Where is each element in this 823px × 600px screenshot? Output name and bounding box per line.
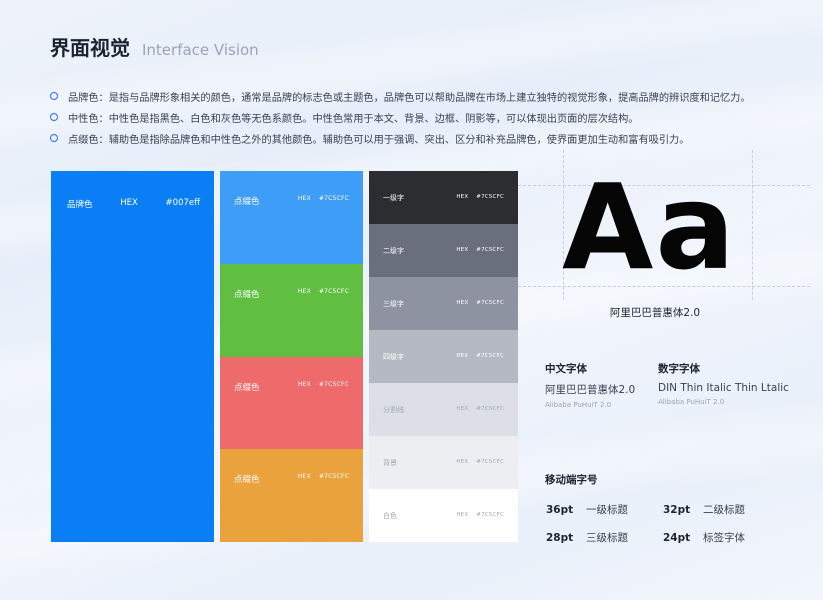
neutral-color-swatch: 三级字 HEX #7C5CFC <box>369 277 518 330</box>
size-label: 一级标题 <box>586 504 628 516</box>
numeric-font-name: DIN Thin Italic Thin Ltalic <box>658 382 789 394</box>
size-pt: 32pt <box>663 504 691 516</box>
swatch-hex-value: #7C5CFC <box>318 195 349 202</box>
accent-color-swatch: 点缀色 HEX #7C5CFC <box>220 356 363 450</box>
swatch-hex-label: HEX <box>456 194 469 200</box>
swatch-hex-label: HEX <box>297 473 311 481</box>
page-subtitle: Interface Vision <box>142 41 259 59</box>
brand-color-swatch: 品牌色 HEX #007eff <box>51 171 214 542</box>
font-size-item: 28pt 三级标题 <box>546 530 628 545</box>
bullet-text: 点缀色：辅助色是指除品牌色和中性色之外的其他颜色。辅助色可以用于强调、突出、区分… <box>68 134 690 146</box>
numeric-font-heading: 数字字体 <box>658 363 700 375</box>
list-item: 中性色：中性色是指黑色、白色和灰色等无色系颜色。中性色常用于本文、背景、边框、阴… <box>50 107 751 127</box>
font-size-item: 32pt 二级标题 <box>663 502 745 517</box>
neutral-color-swatch: 一级字 HEX #7C5CFC <box>369 171 518 224</box>
swatch-hex-label: HEX <box>456 300 469 306</box>
size-pt: 24pt <box>663 532 691 544</box>
size-pt: 36pt <box>546 504 574 516</box>
neutral-color-column: 一级字 HEX #7C5CFC 二级字 HEX #7C5CFC 三级字 HEX #7C… <box>369 171 518 542</box>
description-list: 品牌色：是指与品牌形象相关的颜色，通常是品牌的标志色或主题色，品牌色可以帮助品牌… <box>50 86 751 149</box>
size-label: 二级标题 <box>703 504 745 516</box>
swatch-hex: HEX #7C5CFC <box>448 194 504 200</box>
swatch-hex-label: HEX <box>297 195 311 202</box>
swatch-label: 三级字 <box>383 300 404 308</box>
swatch-hex-value: #7C5CFC <box>318 380 349 388</box>
swatch-hex-value: #7C5CFC <box>476 406 504 412</box>
bullet-circle-icon <box>50 134 58 142</box>
neutral-color-swatch: 分割线 HEX #7C5CFC <box>369 383 518 436</box>
size-label: 标签字体 <box>703 532 745 544</box>
numeric-font-block: 数字字体 DIN Thin Italic Thin Ltalic Alibaba… <box>658 361 789 406</box>
neutral-color-swatch: 背景 HEX #7C5CFC <box>369 436 518 489</box>
swatch-hex-label: HEX <box>297 287 311 295</box>
page-header: 界面视觉 Interface Vision <box>50 32 259 61</box>
swatch-hex-value: #7C5CFC <box>318 287 349 295</box>
font-sample: Aa <box>562 158 737 296</box>
swatch-label: 分割线 <box>383 406 404 414</box>
size-label: 三级标题 <box>586 532 628 544</box>
font-size-item: 24pt 标签字体 <box>663 530 745 545</box>
chinese-font-name: 阿里巴巴普惠体2.0 <box>545 384 636 396</box>
font-sample-caption: 阿里巴巴普惠体2.0 <box>609 307 701 319</box>
swatch-hex-label: HEX <box>456 512 469 518</box>
swatch-hex: HEX #7C5CFC <box>290 473 349 480</box>
bullet-text: 中性色：中性色是指黑色、白色和灰色等无色系颜色。中性色常用于本文、背景、边框、阴… <box>68 113 639 125</box>
accent-color-column: 点缀色 HEX #7C5CFC 点缀色 HEX #7C5CFC 点缀色 HEX #7C… <box>220 171 363 542</box>
swatch-hex: HEX #7C5CFC <box>448 353 504 359</box>
list-item: 点缀色：辅助色是指除品牌色和中性色之外的其他颜色。辅助色可以用于强调、突出、区分… <box>50 128 751 148</box>
bullet-text: 品牌色：是指与品牌形象相关的颜色，通常是品牌的标志色或主题色，品牌色可以帮助品牌… <box>68 92 751 104</box>
numeric-font-sub: Alibaba PuHuiT 2.0 <box>658 398 725 406</box>
accent-color-swatch: 点缀色 HEX #7C5CFC <box>220 263 363 357</box>
swatch-hex: HEX #7C5CFC <box>448 300 504 306</box>
bullet-circle-icon <box>50 113 58 121</box>
swatch-hex-value: #7C5CFC <box>318 473 349 481</box>
swatch-hex: HEX #7C5CFC <box>290 195 349 202</box>
accent-color-swatch: 点缀色 HEX #7C5CFC <box>220 449 363 542</box>
guide-line <box>752 150 753 300</box>
font-size-item: 36pt 一级标题 <box>546 502 628 517</box>
neutral-color-swatch: 白色 HEX #7C5CFC <box>369 489 518 542</box>
chinese-font-block: 中文字体 阿里巴巴普惠体2.0 Alibaba PuHuiT 2.0 <box>545 361 635 409</box>
swatch-hex-value: #7C5CFC <box>476 247 504 253</box>
mobile-sizes-title: 移动端字号 <box>545 474 598 486</box>
swatch-label: 背景 <box>383 459 397 467</box>
swatch-hex-label: HEX <box>456 247 469 253</box>
chinese-font-sub: Alibaba PuHuiT 2.0 <box>545 401 612 409</box>
swatch-label: 二级字 <box>383 247 404 255</box>
swatch-hex-value: #7C5CFC <box>476 512 504 518</box>
swatch-hex-value: #7C5CFC <box>476 194 504 200</box>
swatch-hex-label: HEX <box>456 406 469 412</box>
swatch-hex: HEX #7C5CFC <box>448 247 504 253</box>
neutral-color-swatch: 四级字 HEX #7C5CFC <box>369 330 518 383</box>
swatch-label: 白色 <box>383 512 397 520</box>
swatch-hex-value: #7C5CFC <box>476 459 504 465</box>
swatch-label: 四级字 <box>383 353 404 361</box>
swatch-hex: HEX #7C5CFC <box>290 288 349 295</box>
swatch-hex-value: #7C5CFC <box>476 300 504 306</box>
brand-color-label: 品牌色 <box>67 200 93 210</box>
swatch-hex-value: #7C5CFC <box>476 353 504 359</box>
swatch-hex-label: HEX <box>297 380 311 388</box>
swatch-hex-label: HEX <box>456 459 469 465</box>
swatch-hex-label: HEX <box>456 353 469 359</box>
page-title: 界面视觉 <box>50 36 130 60</box>
swatch-label: 点缀色 <box>234 382 260 393</box>
swatch-hex: HEX #7C5CFC <box>290 381 349 388</box>
bullet-circle-icon <box>50 92 58 100</box>
list-item: 品牌色：是指与品牌形象相关的颜色，通常是品牌的标志色或主题色，品牌色可以帮助品牌… <box>50 86 751 106</box>
size-pt: 28pt <box>546 532 574 544</box>
swatch-label: 点缀色 <box>234 197 260 207</box>
swatch-hex: HEX #7C5CFC <box>448 512 504 518</box>
swatch-label: 点缀色 <box>234 475 260 486</box>
swatch-hex: HEX #7C5CFC <box>448 459 504 465</box>
swatch-hex: HEX #7C5CFC <box>448 406 504 412</box>
brand-hex-label: HEX <box>120 198 138 208</box>
accent-color-swatch: 点缀色 HEX #7C5CFC <box>220 171 363 264</box>
brand-hex-value: #007eff <box>165 198 200 208</box>
neutral-color-swatch: 二级字 HEX #7C5CFC <box>369 224 518 277</box>
swatch-label: 点缀色 <box>234 289 260 300</box>
swatch-label: 一级字 <box>383 194 404 202</box>
chinese-font-heading: 中文字体 <box>545 363 587 375</box>
